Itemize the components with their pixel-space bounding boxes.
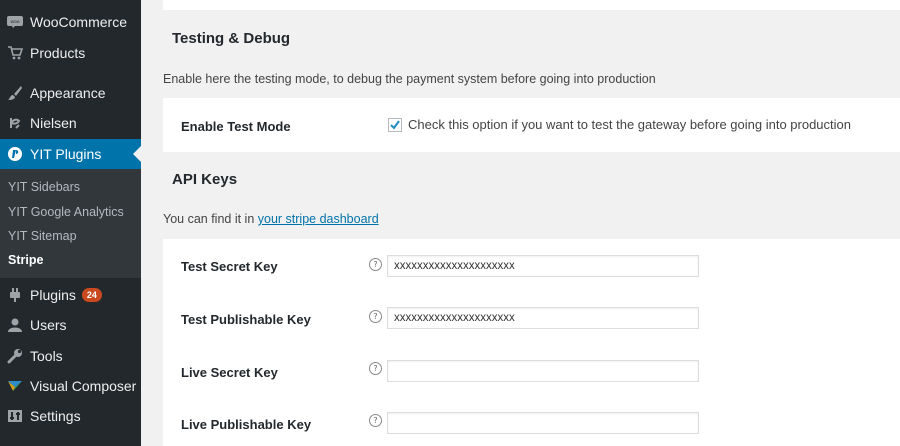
visual-composer-icon (7, 378, 23, 394)
nielsen-icon (7, 115, 23, 131)
menu-label: Settings (30, 408, 81, 424)
testing-section-description: Enable here the testing mode, to debug t… (163, 72, 656, 86)
menu-item-tools[interactable]: Tools (0, 341, 141, 371)
live-publishable-key-input[interactable] (387, 412, 699, 434)
wrench-icon (7, 348, 23, 364)
menu-item-woocommerce[interactable]: woo WooCommerce (0, 7, 141, 37)
menu-item-appearance[interactable]: Appearance (0, 78, 141, 108)
menu-label: WooCommerce (30, 14, 127, 30)
menu-item-settings[interactable]: Settings (0, 401, 141, 431)
settings-icon (7, 408, 23, 424)
svg-text:woo: woo (10, 20, 19, 25)
menu-label: Visual Composer (30, 378, 137, 394)
menu-label: YIT Plugins (30, 146, 102, 162)
menu-label: Nielsen (30, 115, 77, 131)
update-count-badge: 24 (81, 288, 102, 302)
menu-label: Plugins (30, 287, 76, 303)
checkmark-icon (390, 120, 400, 130)
plugin-icon (7, 287, 23, 303)
menu-label: Tools (30, 348, 63, 364)
help-icon[interactable]: ? (369, 362, 382, 375)
test-mode-description: Check this option if you want to test th… (408, 117, 851, 132)
menu-item-users[interactable]: Users (0, 310, 141, 340)
menu-item-yit-plugins[interactable]: YIT Plugins (0, 139, 141, 169)
yit-plugins-submenu: YIT Sidebars YIT Google Analytics YIT Si… (0, 169, 141, 278)
menu-label: Products (30, 45, 86, 61)
help-icon[interactable]: ? (369, 258, 382, 271)
paintbrush-icon (7, 85, 23, 101)
test-publishable-key-label: Test Publishable Key (181, 312, 311, 327)
admin-sidebar: woo WooCommerce Products Appearance Niel… (0, 0, 141, 446)
help-icon[interactable]: ? (369, 414, 382, 427)
api-section-title: API Keys (172, 171, 238, 188)
test-publishable-key-input[interactable] (387, 307, 699, 329)
menu-item-visual-composer[interactable]: Visual Composer (0, 371, 141, 401)
yit-icon (7, 146, 23, 162)
testing-section-title: Testing & Debug (172, 30, 291, 47)
settings-main: Testing & Debug Enable here the testing … (141, 0, 900, 446)
help-icon[interactable]: ? (369, 310, 382, 323)
api-section-description: You can find it in your stripe dashboard (163, 212, 379, 226)
stripe-dashboard-link[interactable]: your stripe dashboard (258, 212, 379, 226)
test-secret-key-input[interactable] (387, 255, 699, 277)
submenu-item-yit-google-analytics[interactable]: YIT Google Analytics (8, 205, 124, 219)
test-secret-key-label: Test Secret Key (181, 259, 278, 274)
menu-label: Appearance (30, 85, 106, 101)
api-description-prefix: You can find it in (163, 212, 258, 226)
submenu-item-yit-sidebars[interactable]: YIT Sidebars (8, 180, 80, 194)
menu-item-plugins[interactable]: Plugins 24 (0, 280, 141, 310)
test-mode-checkbox[interactable] (388, 118, 402, 132)
menu-item-products[interactable]: Products (0, 38, 141, 68)
user-icon (7, 317, 23, 333)
previous-panel-edge (163, 0, 900, 10)
menu-item-nielsen[interactable]: Nielsen (0, 108, 141, 138)
live-secret-key-input[interactable] (387, 360, 699, 382)
live-secret-key-label: Live Secret Key (181, 365, 278, 380)
menu-label: Users (30, 317, 67, 333)
live-publishable-key-label: Live Publishable Key (181, 417, 312, 432)
woocommerce-icon: woo (7, 14, 23, 30)
submenu-item-stripe[interactable]: Stripe (8, 253, 43, 267)
test-mode-label: Enable Test Mode (181, 119, 291, 134)
cart-icon (7, 45, 23, 61)
submenu-item-yit-sitemap[interactable]: YIT Sitemap (8, 229, 77, 243)
